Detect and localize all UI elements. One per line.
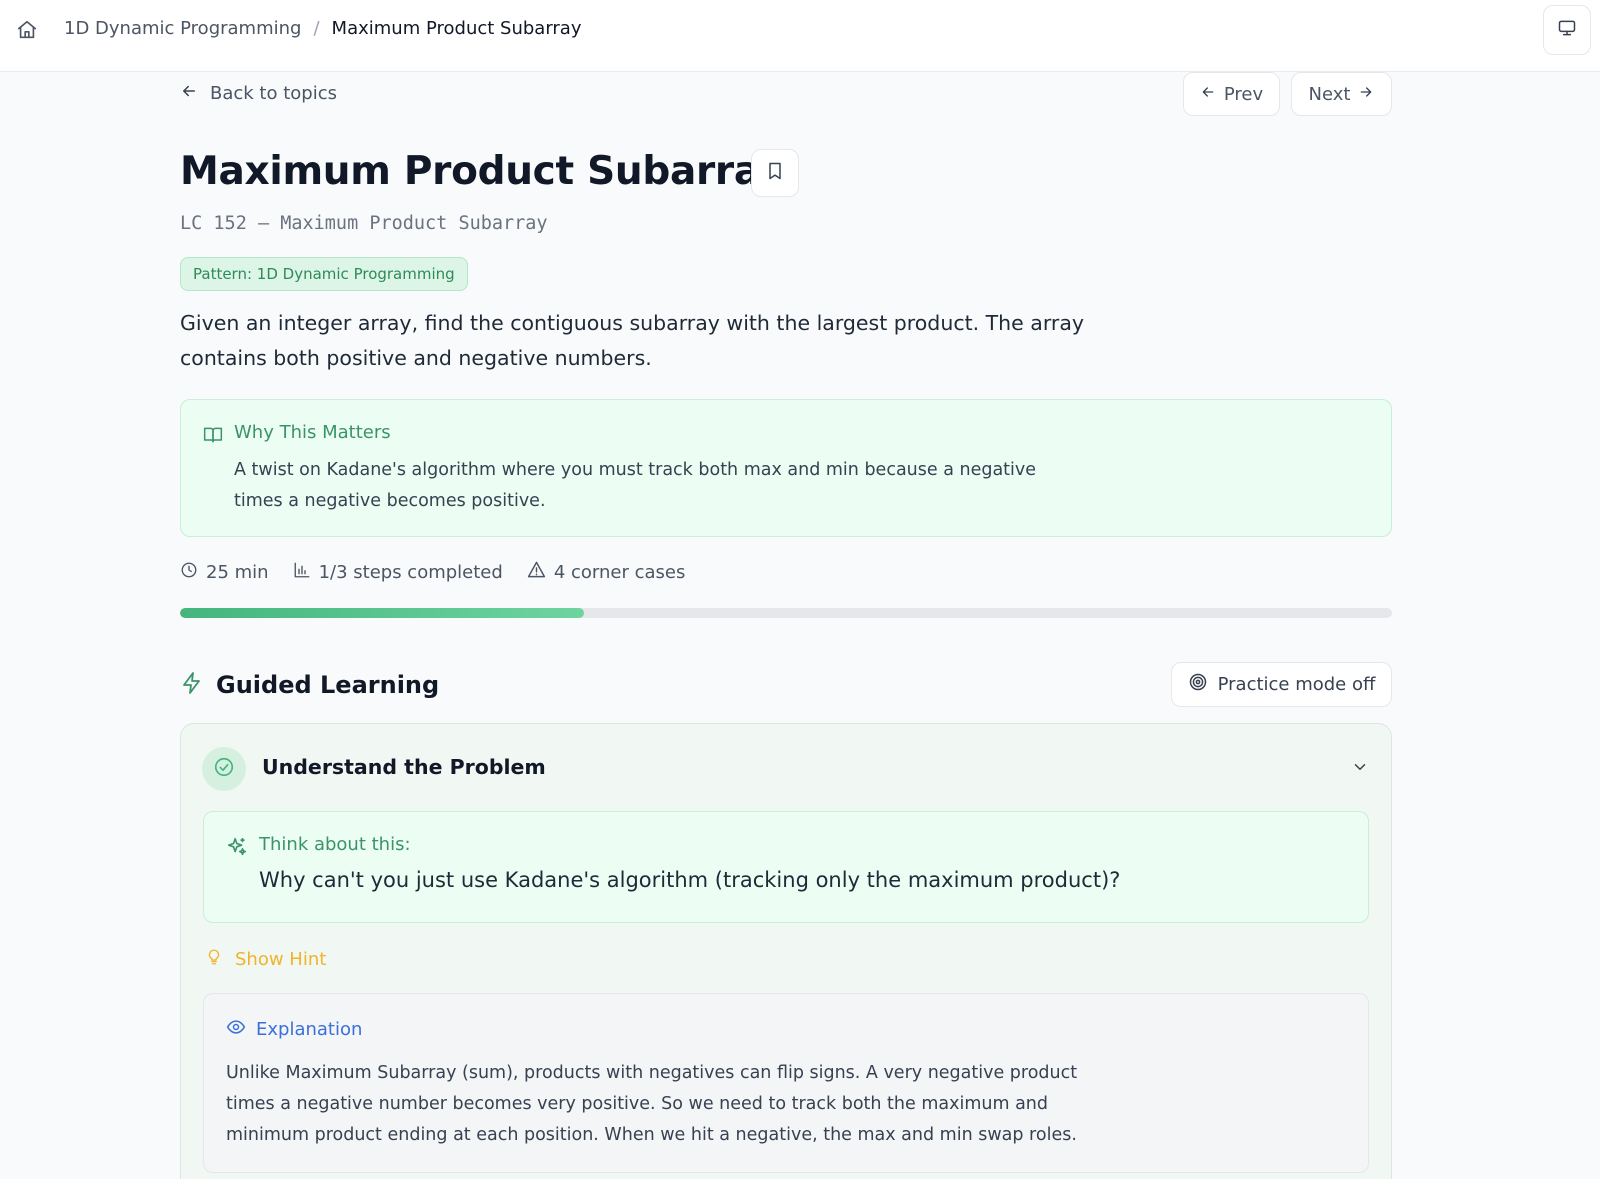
problem-stats: 25 min 1/3 steps completed 4 corner case… — [180, 559, 709, 585]
back-to-topics-link[interactable]: Back to topics — [180, 80, 337, 106]
step-title[interactable]: Understand the Problem — [262, 755, 546, 779]
think-about-this-card: Think about this: Why can't you just use… — [203, 811, 1369, 923]
top-bar: 1D Dynamic Programming / Maximum Product… — [0, 0, 1600, 72]
guided-learning-header: Guided Learning — [180, 669, 439, 701]
prev-label: Prev — [1223, 83, 1264, 105]
time-text: 25 min — [206, 561, 269, 583]
breadcrumb-separator: / — [313, 18, 320, 39]
monitor-icon — [1557, 18, 1577, 42]
arrow-left-icon — [180, 82, 210, 105]
progress-bar — [180, 608, 1392, 618]
think-label: Think about this: — [259, 834, 411, 855]
practice-mode-label: Practice mode off — [1217, 674, 1376, 695]
corner-cases: 4 corner cases — [527, 560, 686, 584]
bookmark-button[interactable] — [751, 149, 799, 197]
check-circle-icon — [213, 756, 235, 782]
progress-fill — [180, 608, 584, 618]
why-title: Why This Matters — [234, 422, 391, 443]
arrow-left-icon — [1200, 84, 1224, 105]
practice-mode-toggle[interactable]: Practice mode off — [1171, 662, 1392, 707]
step-status — [202, 747, 246, 791]
breadcrumb-topic-link[interactable]: 1D Dynamic Programming — [64, 17, 301, 41]
back-label: Back to topics — [210, 82, 337, 104]
step-card-understand: Understand the Problem Think about this:… — [180, 723, 1392, 1179]
target-icon — [1188, 672, 1218, 697]
clock-icon — [180, 561, 206, 584]
time-estimate: 25 min — [180, 561, 269, 584]
display-toggle-button[interactable] — [1543, 5, 1591, 55]
explanation-header: Explanation — [226, 1016, 362, 1042]
page-title: Maximum Product Subarray — [180, 149, 784, 194]
steps-text: 1/3 steps completed — [318, 561, 503, 583]
breadcrumb: 1D Dynamic Programming / Maximum Product… — [64, 17, 581, 41]
lightbulb-icon — [205, 948, 235, 971]
next-label: Next — [1308, 83, 1351, 105]
problem-description: Given an integer array, find the contigu… — [180, 311, 1085, 370]
arrow-right-icon — [1350, 84, 1374, 105]
guided-learning-title: Guided Learning — [216, 671, 440, 699]
home-icon[interactable] — [16, 19, 38, 41]
show-hint-button[interactable]: Show Hint — [205, 947, 326, 971]
lightning-icon — [180, 671, 216, 699]
book-open-icon — [203, 425, 223, 449]
pattern-badge: Pattern: 1D Dynamic Programming — [180, 257, 468, 291]
sparkles-icon — [226, 836, 248, 862]
explanation-label: Explanation — [256, 1018, 363, 1040]
steps-progress: 1/3 steps completed — [293, 561, 503, 584]
explanation-text: Unlike Maximum Subarray (sum), products … — [226, 1063, 1078, 1145]
why-this-matters-card: Why This Matters A twist on Kadane's alg… — [180, 399, 1392, 537]
chevron-down-icon[interactable] — [1351, 758, 1369, 780]
prev-button[interactable]: Prev — [1183, 72, 1280, 116]
show-hint-label: Show Hint — [235, 948, 327, 970]
next-button[interactable]: Next — [1291, 72, 1392, 116]
eye-icon — [226, 1017, 256, 1041]
bookmark-icon — [765, 161, 785, 185]
explanation-card: Explanation Unlike Maximum Subarray (sum… — [203, 993, 1369, 1173]
alert-triangle-icon — [527, 560, 554, 584]
why-text: A twist on Kadane's algorithm where you … — [234, 460, 1037, 511]
problem-subtitle: LC 152 — Maximum Product Subarray — [180, 213, 548, 234]
breadcrumb-current: Maximum Product Subarray — [331, 18, 582, 39]
bar-chart-icon — [293, 561, 319, 584]
corner-cases-text: 4 corner cases — [553, 561, 686, 583]
think-question: Why can't you just use Kadane's algorith… — [259, 868, 1121, 892]
